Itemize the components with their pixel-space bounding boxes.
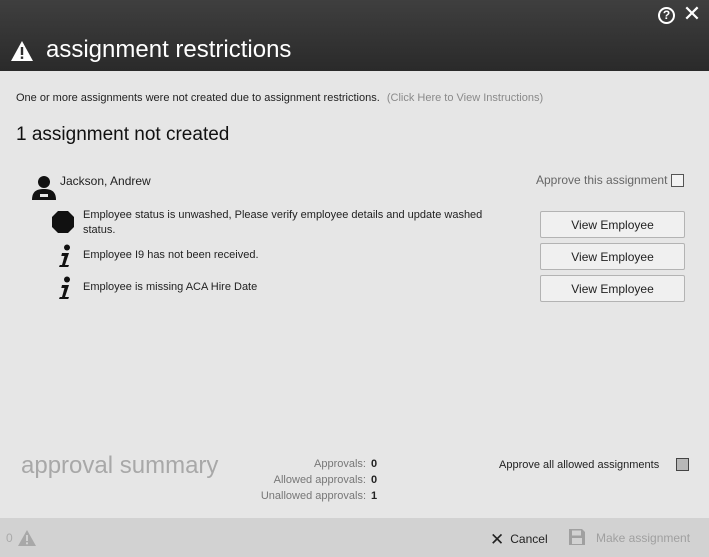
approve-all-checkbox[interactable] [676, 458, 689, 471]
save-icon [569, 529, 585, 545]
stop-icon [52, 211, 74, 233]
info-icon [59, 276, 70, 299]
issue-text: Employee status is unwashed, Please veri… [83, 209, 483, 236]
notice-text: One or more assignments were not created… [16, 92, 380, 104]
approval-summary-title: approval summary [21, 452, 219, 479]
employee-name: Jackson, Andrew [60, 174, 151, 188]
view-employee-button[interactable]: View Employee [540, 243, 685, 270]
warning-icon [18, 530, 36, 546]
view-employee-button[interactable]: View Employee [540, 211, 685, 238]
approvals-value: 0 [371, 458, 378, 470]
cancel-label: Cancel [510, 532, 548, 546]
approve-assignment-label: Approve this assignment [536, 173, 668, 187]
dialog-footer: 0 ✕ Cancel Make assignment [0, 518, 709, 557]
restriction-notice: One or more assignments were not created… [16, 92, 543, 104]
assignment-restrictions-dialog: assignment restrictions ? ✕ One or more … [0, 0, 709, 557]
unallowed-approvals-label: Unallowed approvals: [260, 490, 366, 502]
cancel-x-icon: ✕ [490, 530, 505, 549]
make-assignment-button[interactable]: Make assignment [596, 531, 690, 545]
view-instructions-link[interactable]: (Click Here to View Instructions) [387, 92, 543, 104]
warning-count: 0 [6, 531, 13, 545]
issue-text: Employee is missing ACA Hire Date [83, 281, 258, 293]
allowed-approvals-label: Allowed approvals: [273, 474, 366, 486]
help-icon[interactable]: ? [658, 7, 675, 24]
unallowed-approvals-value: 1 [371, 490, 378, 502]
employee-avatar-icon [32, 176, 56, 200]
info-icon [59, 244, 70, 267]
dialog-titlebar: assignment restrictions ? ✕ [0, 0, 709, 71]
approve-all-label: Approve all allowed assignments [499, 459, 660, 471]
cancel-button[interactable]: ✕ Cancel [490, 530, 548, 550]
not-created-heading: 1 assignment not created [16, 124, 230, 145]
approve-assignment-checkbox[interactable] [671, 174, 684, 187]
issue-text: Employee I9 has not been received. [83, 249, 259, 261]
approvals-label: Approvals: [314, 458, 366, 470]
dialog-title: assignment restrictions [46, 36, 292, 63]
allowed-approvals-value: 0 [371, 474, 378, 486]
view-employee-button[interactable]: View Employee [540, 275, 685, 302]
close-icon[interactable]: ✕ [682, 3, 702, 25]
warning-icon [11, 41, 33, 61]
